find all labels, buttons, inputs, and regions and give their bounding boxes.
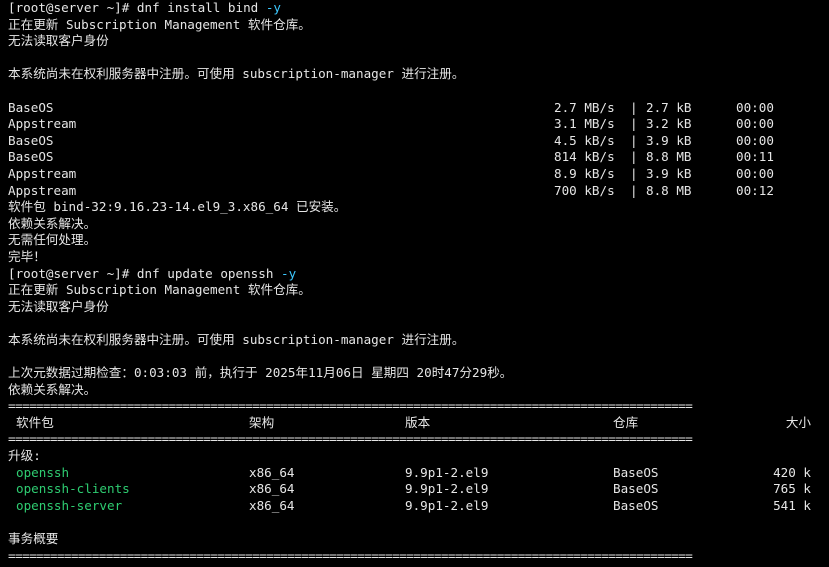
repo-speed: 3.1 MB/s [554,116,615,132]
package-row: openssh x86_64 9.9p1-2.el9 BaseOS 420 k [8,465,829,482]
header-repo: 仓库 [613,414,639,430]
repo-divider: | [630,132,638,148]
repo-size: 3.9 kB [646,165,692,181]
package-arch: x86_64 [249,481,295,497]
output-line: 本系统尚未在权利服务器中注册。可使用 subscription-manager … [8,331,465,347]
terminal-window[interactable]: [root@server ~]# dnf install bind -y 正在更… [0,0,829,567]
repo-name: Appstream [8,182,77,198]
repo-size: 2.7 kB [646,99,692,115]
table-header-row: 软件包 架构 版本 仓库 大小 [8,415,829,432]
header-package: 软件包 [16,414,54,430]
output-line: 无需任何处理。 [8,232,97,248]
repo-size: 8.8 MB [646,182,692,198]
repo-row: Appstream 8.9 kB/s 3.9 kB 00:00 | [8,166,829,183]
package-row: openssh-server x86_64 9.9p1-2.el9 BaseOS 541… [8,498,829,515]
output-line: 无法读取客户身份 [8,33,109,49]
repo-name: BaseOS [8,99,54,115]
output-line: 完毕！ [8,248,46,264]
output-line: 依赖关系解决。 [8,215,97,231]
section-label: 升级: [8,448,41,464]
repo-time: 00:00 [736,165,774,181]
repo-speed: 814 kB/s [554,149,615,165]
repo-size: 3.9 kB [646,132,692,148]
prompt: [root@server ~]# [8,265,130,281]
command-text: dnf update openssh [136,265,274,281]
repo-row: BaseOS 4.5 kB/s 3.9 kB 00:00 | [8,133,829,150]
package-repo: BaseOS [613,497,659,513]
header-arch: 架构 [249,414,275,430]
package-version: 9.9p1-2.el9 [405,497,489,513]
repo-name: Appstream [8,116,77,132]
repo-speed: 4.5 kB/s [554,132,615,148]
package-version: 9.9p1-2.el9 [405,464,489,480]
output-line: 事务概要 [8,531,59,546]
output-line: 正在更新 Subscription Management 软件仓库。 [8,16,311,32]
repo-divider: | [630,149,638,165]
package-repo: BaseOS [613,481,659,497]
repo-row: BaseOS 814 kB/s 8.8 MB 00:11 | [8,149,829,166]
output-line: 上次元数据过期检查：0:03:03 前，执行于 2025年11月06日 星期四 … [8,365,513,381]
repo-row: BaseOS 2.7 MB/s 2.7 kB 00:00 | [8,100,829,117]
package-name: openssh [16,464,70,480]
repo-name: Appstream [8,165,77,181]
repo-divider: | [630,99,638,115]
command-flag: -y [265,0,282,15]
repo-time: 00:00 [736,99,774,115]
repo-speed: 8.9 kB/s [554,165,615,181]
package-size: 765 k [773,481,811,497]
repo-divider: | [630,182,638,198]
package-version: 9.9p1-2.el9 [405,481,489,497]
repo-size: 3.2 kB [646,116,692,132]
output-line: 依赖关系解决。 [8,381,97,397]
package-name: openssh-server [16,497,123,513]
repo-row: Appstream 3.1 MB/s 3.2 kB 00:00 | [8,116,829,133]
table-separator: ========================================… [8,547,693,563]
command-text: dnf install bind [136,0,259,15]
prompt: [root@server ~]# [8,0,130,15]
repo-time: 00:12 [736,182,774,198]
header-size: 大小 [785,414,811,430]
output-line: 无法读取客户身份 [8,298,109,314]
command-line: [root@server ~]# dnf install bind -y [8,0,829,17]
repo-speed: 2.7 MB/s [554,99,615,115]
repo-divider: | [630,116,638,132]
package-size: 420 k [773,464,811,480]
repo-name: BaseOS [8,132,54,148]
output-line: 软件包 bind-32:9.16.23-14.el9_3.x86_64 已安装。 [8,199,347,215]
package-arch: x86_64 [249,464,295,480]
repo-name: BaseOS [8,149,54,165]
package-repo: BaseOS [613,464,659,480]
repo-divider: | [630,165,638,181]
command-flag: -y [281,265,297,281]
output-line: 本系统尚未在权利服务器中注册。可使用 subscription-manager … [8,66,465,82]
header-version: 版本 [405,414,431,430]
repo-time: 00:11 [736,149,774,165]
table-separator: ========================================… [8,431,693,447]
package-size: 541 k [773,497,811,513]
package-name: openssh-clients [16,481,130,497]
output-line: 正在更新 Subscription Management 软件仓库。 [8,282,311,298]
repo-time: 00:00 [736,132,774,148]
table-separator: ========================================… [8,398,693,414]
repo-time: 00:00 [736,116,774,132]
repo-row: Appstream 700 kB/s 8.8 MB 00:12 | [8,183,829,200]
repo-size: 8.8 MB [646,149,692,165]
repo-speed: 700 kB/s [554,182,615,198]
package-row: openssh-clients x86_64 9.9p1-2.el9 BaseOS 76… [8,481,829,498]
repo-download-list: BaseOS 2.7 MB/s 2.7 kB 00:00 | Appstream 3.1 M… [8,100,829,200]
package-arch: x86_64 [249,497,295,513]
command-line: [root@server ~]# dnf update openssh -y [8,266,829,283]
package-list: openssh x86_64 9.9p1-2.el9 BaseOS 420 k opens… [8,465,829,515]
